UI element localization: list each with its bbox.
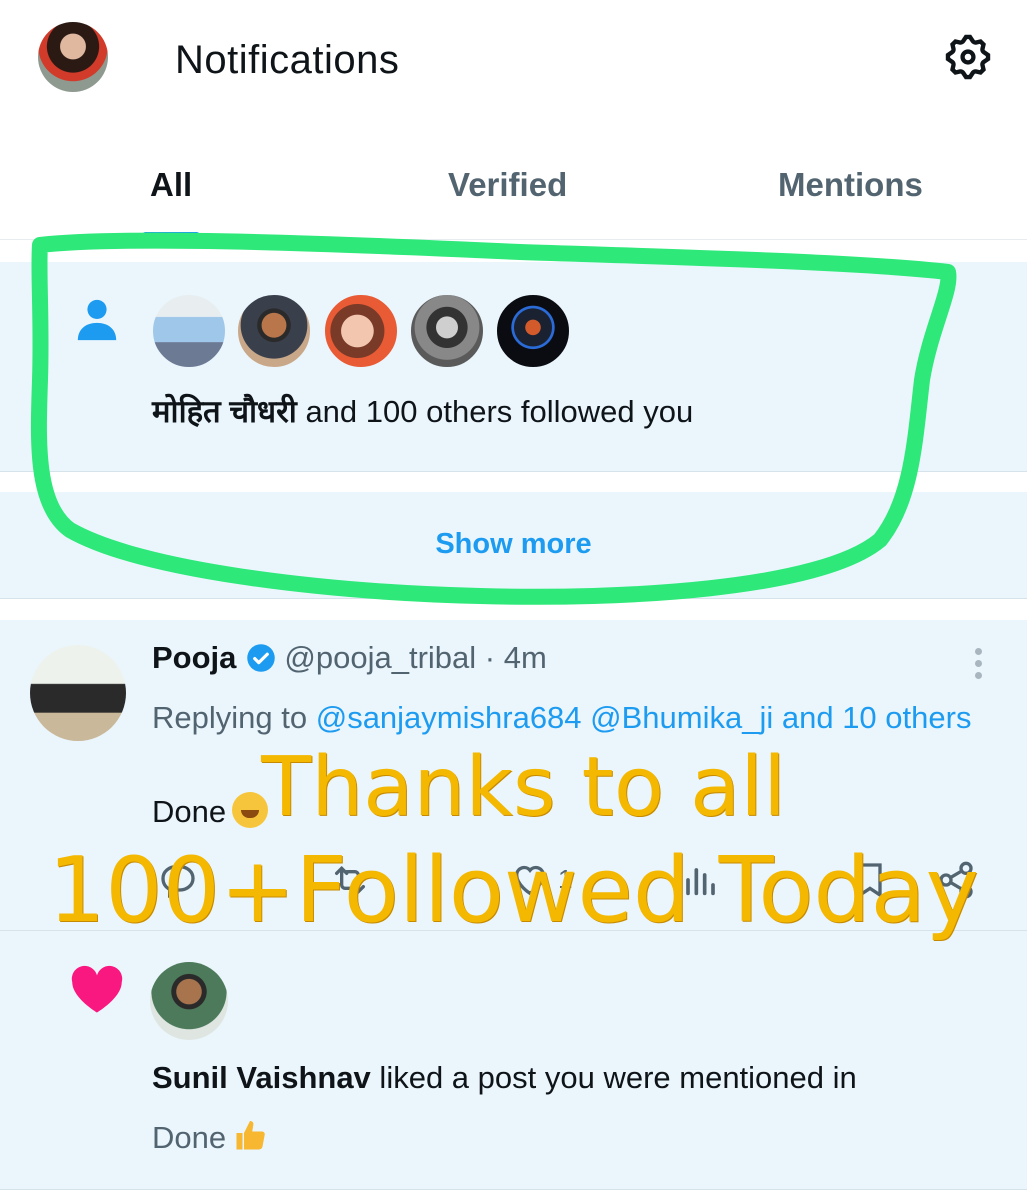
overlay-line-2: 100+Followed Today: [48, 838, 979, 943]
replying-prefix: Replying to: [152, 700, 316, 735]
post-header: Pooja @pooja_tribal · 4m: [152, 640, 547, 676]
follower-avatar[interactable]: [408, 292, 486, 370]
follower-avatar[interactable]: [235, 292, 313, 370]
page-title: Notifications: [175, 38, 400, 82]
like-summary-text: liked a post you were mentioned in: [370, 1060, 857, 1095]
liked-post-preview: Done: [152, 1118, 268, 1156]
liked-post-text: Done: [152, 1120, 227, 1155]
verified-badge-icon: [247, 644, 276, 672]
thumbs-up-emoji-icon: [236, 1121, 265, 1150]
follower-avatar[interactable]: [150, 292, 228, 370]
profile-avatar[interactable]: [38, 22, 108, 92]
follower-avatar[interactable]: [494, 292, 572, 370]
replying-to: Replying to @sanjaymishra684 @Bhumika_ji…: [152, 692, 1002, 744]
more-options-icon[interactable]: [968, 648, 988, 682]
tab-mentions[interactable]: Mentions: [778, 166, 923, 204]
overlay-line-1: Thanks to all: [261, 740, 786, 835]
liker-avatar[interactable]: [150, 962, 228, 1040]
like-summary: Sunil Vaishnav liked a post you were men…: [152, 1060, 857, 1096]
top-bar: Notifications: [0, 0, 1027, 130]
follow-notification[interactable]: [0, 262, 1027, 472]
show-more-link[interactable]: Show more: [0, 528, 1027, 561]
notification-tabs: All Verified Mentions: [0, 140, 1027, 240]
tab-all[interactable]: All: [150, 166, 192, 204]
author-name[interactable]: Pooja: [152, 640, 236, 675]
divider: [0, 1189, 1027, 1190]
liker-name[interactable]: Sunil Vaishnav: [152, 1060, 371, 1095]
divider: [0, 598, 1027, 599]
settings-gear-icon[interactable]: [942, 31, 994, 83]
follow-summary: मोहित चौधरी and 100 others followed you: [152, 390, 693, 432]
follow-summary-text: and 100 others followed you: [296, 394, 694, 429]
author-handle-time: @pooja_tribal · 4m: [284, 640, 547, 675]
follower-avatar[interactable]: [322, 292, 400, 370]
tab-verified[interactable]: Verified: [448, 166, 567, 204]
follower-name[interactable]: मोहित चौधरी: [152, 394, 297, 429]
active-tab-indicator: [142, 232, 200, 239]
heart-icon: [71, 965, 123, 1013]
author-avatar[interactable]: [30, 645, 126, 741]
person-icon: [77, 299, 117, 341]
divider: [0, 471, 1027, 472]
replying-links[interactable]: @sanjaymishra684 @Bhumika_ji and 10 othe…: [316, 700, 972, 735]
tabs-divider: [0, 239, 1027, 240]
